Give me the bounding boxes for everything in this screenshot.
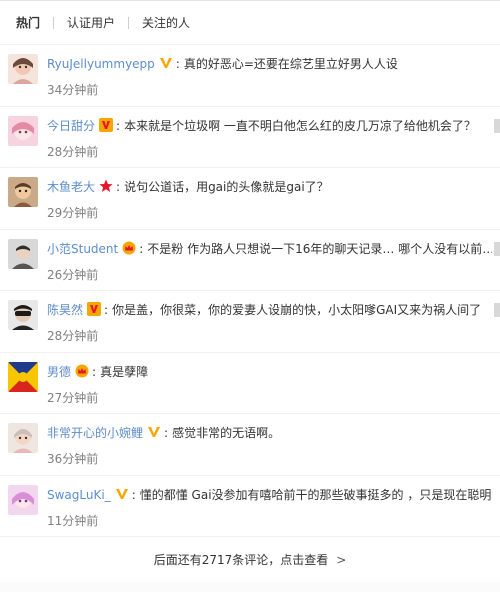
comment-time: 26分钟前 — [47, 267, 99, 282]
comment-username[interactable]: SwagLuKi_ — [47, 488, 111, 502]
avatar[interactable] — [8, 115, 38, 146]
vip-icon — [99, 117, 114, 132]
avatar[interactable] — [8, 423, 38, 453]
comment-text: 本来就是个垃圾啊 一直不明白他怎么红的皮几万凉了给他机会了？ — [124, 118, 476, 133]
tab-divider — [53, 16, 55, 29]
tab-hot[interactable]: 热门 — [16, 14, 40, 31]
comment-filter-tabs: 热门 认证用户 关注的人 — [0, 1, 500, 45]
v-icon — [115, 487, 129, 501]
load-more-label: 后面还有2717条评论，点击查看 — [153, 553, 329, 567]
chevron-right-icon: > — [336, 552, 347, 567]
comment-username[interactable]: 非常开心的小婉鲤 — [47, 426, 143, 440]
tab-following[interactable]: 关注的人 — [142, 14, 190, 31]
comment-text: 你是盖，你很菜，你的爱妻人设崩的快，小太阳嗲GAI又来为祸人间了 — [112, 303, 482, 317]
comment-username[interactable]: 木鱼老大 — [47, 180, 95, 194]
comment-text: 说句公道话，用gai的头像就是gai了？ — [124, 180, 329, 194]
comment-list: RyuJellyummyepp: 真的好恶心=还要在综艺里立好男人人设 34分钟前… — [0, 45, 500, 537]
comment-text: 真的好恶心=还要在综艺里立好男人人设 — [183, 57, 398, 71]
avatar[interactable] — [8, 177, 38, 207]
v-icon — [147, 425, 161, 439]
comment-item: 男德: 真是孽障 27分钟前 — [0, 353, 500, 414]
avatar[interactable] — [8, 54, 38, 84]
comment-line: 陈昊然: 你是盖，你很菜，你的爱妻人设崩的快，小太阳嗲GAI又来为祸人间了 — [47, 302, 482, 317]
comment-line: 小范Student: 不是粉 作为路人只想说一下16年的聊天记录… 哪个人没有以前… — [47, 240, 492, 258]
comment-text: 懂的都懂 Gai没参加有嘻哈前干的那些破事挺多的 ，只是现在聪明 — [139, 487, 492, 502]
avatar[interactable] — [8, 484, 38, 515]
comment-item: 陈昊然: 你是盖，你很菜，你的爱妻人设崩的快，小太阳嗲GAI又来为祸人间了 28分… — [0, 291, 500, 353]
comment-text: 真是孽障 — [100, 364, 149, 379]
crown-icon — [75, 364, 89, 378]
crown-icon — [122, 241, 136, 255]
comment-line: SwagLuKi_: 懂的都懂 Gai没参加有嘻哈前干的那些破事挺多的 ，只是现在… — [47, 487, 492, 502]
comment-username[interactable]: 陈昊然 — [47, 303, 83, 317]
tab-divider — [128, 16, 130, 29]
comment-time: 34分钟前 — [47, 83, 99, 97]
avatar[interactable] — [8, 238, 38, 269]
comment-time: 28分钟前 — [47, 144, 99, 159]
comments-panel: 热门 认证用户 关注的人 RyuJellyummyepp: 真的好恶心=还要在综艺… — [0, 0, 500, 592]
comment-line: 非常开心的小婉鲤: 感觉非常的无语啊。 — [47, 425, 281, 440]
comment-time: 36分钟前 — [47, 452, 99, 466]
comment-time: 27分钟前 — [47, 390, 99, 405]
load-more-comments-link[interactable]: 后面还有2717条评论，点击查看 > — [0, 537, 500, 582]
comment-item: 今日甜分: 本来就是个垃圾啊 一直不明白他怎么红的皮几万凉了给他机会了？ 28分钟… — [0, 107, 500, 168]
comment-item: 非常开心的小婉鲤: 感觉非常的无语啊。 36分钟前 — [0, 414, 500, 476]
vip-icon — [87, 302, 102, 316]
overflow-marker — [494, 118, 500, 133]
comment-username[interactable]: 男德 — [47, 365, 71, 379]
tab-verified-users[interactable]: 认证用户 — [67, 14, 115, 31]
comment-time: 29分钟前 — [47, 206, 99, 220]
comment-item: 小范Student: 不是粉 作为路人只想说一下16年的聊天记录… 哪个人没有以前… — [0, 230, 500, 291]
comment-text: 感觉非常的无语啊。 — [172, 426, 281, 440]
comment-text: 不是粉 作为路人只想说一下16年的聊天记录… 哪个人没有以前… — [147, 241, 492, 256]
comment-username[interactable]: RyuJellyummyepp — [47, 57, 155, 71]
star-icon — [99, 179, 113, 193]
v-icon — [159, 56, 173, 70]
comment-item: SwagLuKi_: 懂的都懂 Gai没参加有嘻哈前干的那些破事挺多的 ，只是现在… — [0, 476, 500, 537]
comment-item: 木鱼老大: 说句公道话，用gai的头像就是gai了？ 29分钟前 — [0, 168, 500, 230]
avatar[interactable] — [8, 361, 38, 392]
comment-time: 11分钟前 — [47, 513, 99, 528]
comment-line: 男德: 真是孽障 — [47, 364, 149, 379]
comment-username[interactable]: 今日甜分 — [47, 119, 95, 133]
overflow-marker — [494, 241, 500, 256]
comment-line: 今日甜分: 本来就是个垃圾啊 一直不明白他怎么红的皮几万凉了给他机会了？ — [47, 117, 476, 133]
comment-line: 木鱼老大: 说句公道话，用gai的头像就是gai了？ — [47, 179, 329, 194]
comment-time: 28分钟前 — [47, 329, 99, 343]
overflow-marker — [494, 303, 500, 317]
comment-line: RyuJellyummyepp: 真的好恶心=还要在综艺里立好男人人设 — [47, 56, 398, 71]
avatar[interactable] — [8, 300, 38, 330]
comment-item: RyuJellyummyepp: 真的好恶心=还要在综艺里立好男人人设 34分钟前 — [0, 45, 500, 107]
comment-username[interactable]: 小范Student — [47, 242, 118, 256]
